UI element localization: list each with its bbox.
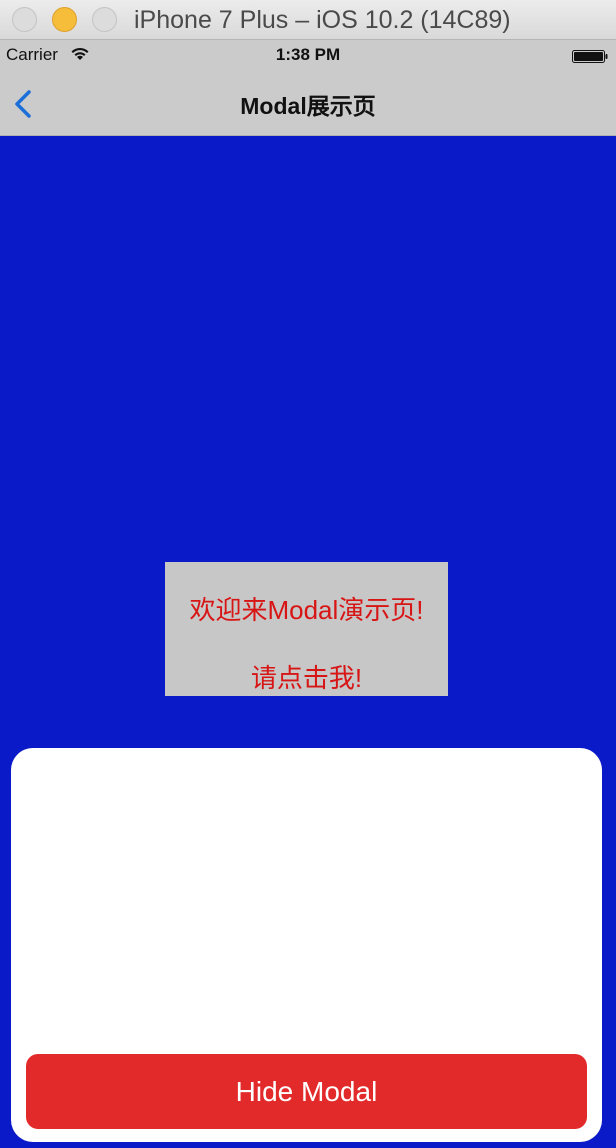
welcome-tap-box[interactable]: 欢迎来Modal演示页! 请点击我! (165, 562, 448, 696)
simulator-titlebar: iPhone 7 Plus – iOS 10.2 (14C89) (0, 0, 616, 40)
battery-icon (572, 50, 608, 63)
page-title: Modal展示页 (240, 93, 376, 119)
window-minimize-button[interactable] (52, 7, 77, 32)
hide-modal-button[interactable]: Hide Modal (26, 1054, 587, 1129)
navigation-bar: Modal展示页 (0, 72, 616, 136)
window-zoom-button[interactable] (92, 7, 117, 32)
simulator-window: iPhone 7 Plus – iOS 10.2 (14C89) Carrier… (0, 0, 616, 1148)
status-bar: Carrier 1:38 PM (0, 40, 616, 72)
modal-sheet: Hide Modal (11, 748, 602, 1142)
welcome-text: 欢迎来Modal演示页! (189, 595, 424, 625)
tap-me-text: 请点击我! (250, 663, 363, 693)
simulator-title: iPhone 7 Plus – iOS 10.2 (14C89) (134, 6, 511, 34)
window-close-button[interactable] (12, 7, 37, 32)
status-time: 1:38 PM (275, 45, 341, 64)
